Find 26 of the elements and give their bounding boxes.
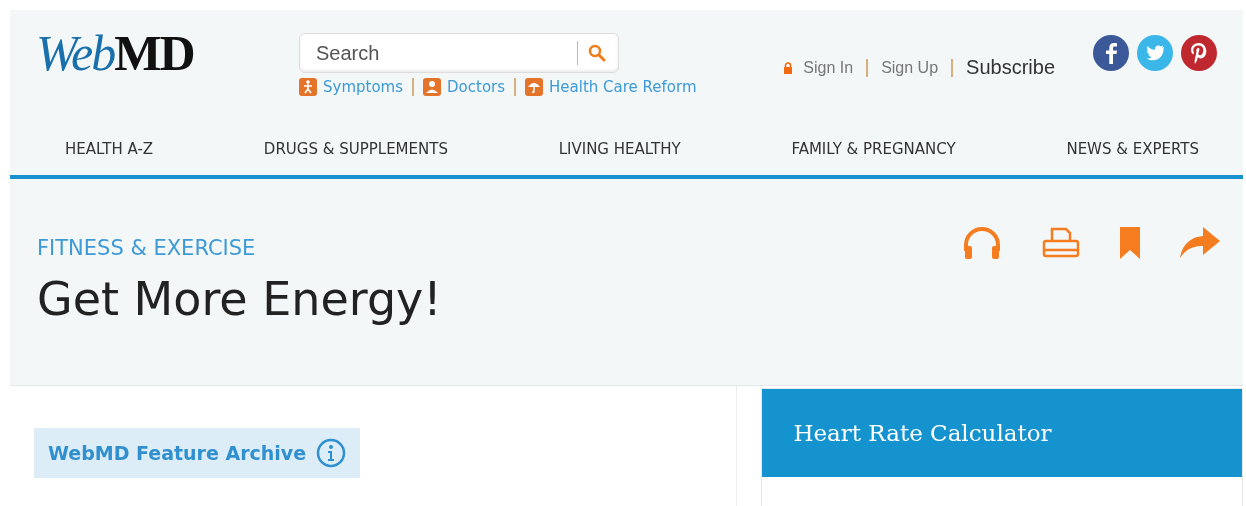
card-title: Heart Rate Calculator [793,420,1052,446]
bookmark-icon[interactable] [1119,226,1141,260]
archive-title: WebMD Feature Archive [48,442,307,464]
search-field[interactable]: Search [299,33,619,73]
walking-person-icon [299,78,317,96]
umbrella-icon [525,78,544,96]
lock-icon [783,61,794,74]
headphones-icon[interactable] [961,225,1003,261]
nav-link[interactable]: HEALTH A-Z [65,140,154,158]
account-link[interactable]: Sign In [803,58,854,77]
nav-link[interactable]: NEWS & EXPERTS [1066,140,1199,158]
nav-link[interactable]: LIVING HEALTHY [558,140,681,158]
facebook-icon[interactable] [1093,35,1129,71]
nav-link[interactable]: FAMILY & PREGNANCY [791,140,956,158]
page-title: Get More Energy! [37,272,442,328]
share-arrow-icon[interactable] [1179,226,1221,260]
info-icon[interactable] [316,438,347,468]
subscribe-link[interactable]: Subscribe [966,56,1055,79]
search-icon[interactable] [588,44,606,62]
nav-link[interactable]: DRUGS & SUPPLEMENTS [263,140,448,158]
person-icon [423,78,442,96]
bird-icon[interactable] [1137,35,1173,71]
pinterest-icon[interactable] [1181,35,1217,71]
account-link[interactable]: Sign Up [881,58,939,77]
logo[interactable]: WebMD [36,28,266,78]
search-input[interactable]: Search [314,40,577,66]
